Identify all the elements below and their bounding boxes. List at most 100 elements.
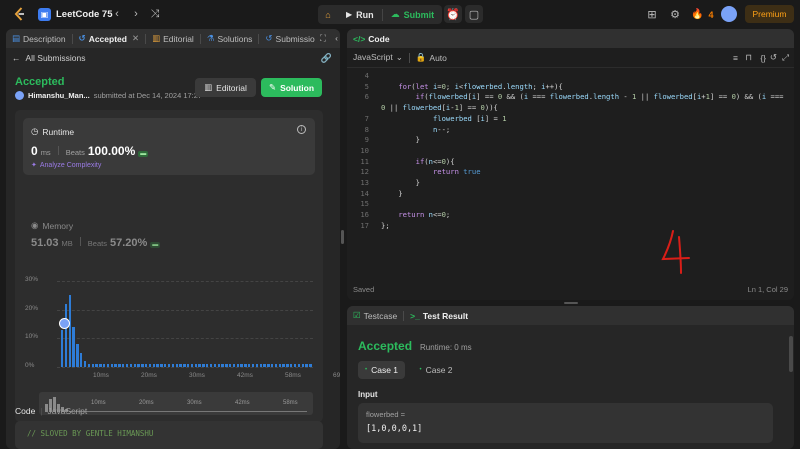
- all-submissions-link[interactable]: ← All Submissions: [12, 53, 86, 63]
- run-button[interactable]: ▶ Run: [338, 5, 382, 24]
- fullscreen-icon[interactable]: ⤢: [782, 52, 789, 63]
- runtime-distribution-chart[interactable]: 30% 20% 10% 0% 10ms 20ms 30ms 42ms 58ms 69ms: [25, 275, 340, 385]
- case-1-tab[interactable]: • Case 1: [358, 361, 405, 379]
- chart-bar[interactable]: [217, 364, 220, 367]
- chart-bar[interactable]: [83, 361, 87, 367]
- tab-accepted[interactable]: ↺ Accepted ✕: [73, 33, 146, 44]
- chart-bar[interactable]: [187, 364, 190, 367]
- chart-bar[interactable]: [267, 364, 270, 367]
- notes-icon[interactable]: ▢: [465, 5, 483, 23]
- chart-bar[interactable]: [133, 364, 136, 367]
- avatar[interactable]: [721, 6, 737, 22]
- auto-complete-toggle[interactable]: 🔒 Auto: [416, 52, 447, 63]
- chart-bar[interactable]: [213, 364, 217, 367]
- code-line[interactable]: 5 for(let i=0; i<flowerbed.length; i++){: [347, 82, 563, 93]
- next-problem-icon[interactable]: ›: [128, 6, 144, 22]
- timer-icon[interactable]: ⏰: [444, 5, 462, 23]
- chart-bar[interactable]: [297, 364, 301, 367]
- chart-bar[interactable]: [114, 364, 117, 367]
- chart-bar[interactable]: [198, 364, 201, 367]
- chart-bar[interactable]: [301, 364, 304, 367]
- chart-bar[interactable]: [236, 364, 239, 367]
- tab-submissions[interactable]: ↺ Submissio: [259, 33, 320, 44]
- chart-bar[interactable]: [64, 303, 68, 367]
- chart-bar[interactable]: [278, 364, 281, 367]
- tab-test-result[interactable]: >_ Test Result: [404, 311, 474, 321]
- chart-bar[interactable]: [72, 326, 75, 367]
- prev-problem-icon[interactable]: ‹: [109, 6, 125, 22]
- username[interactable]: Himanshu_Man...: [28, 91, 90, 100]
- link-icon[interactable]: 🔗: [321, 53, 332, 64]
- chart-bar[interactable]: [99, 364, 102, 367]
- scrollbar[interactable]: [789, 336, 793, 372]
- leetcode-logo-icon[interactable]: [13, 7, 27, 21]
- code-line[interactable]: 4: [347, 71, 381, 82]
- chart-bar[interactable]: [80, 352, 83, 367]
- memory-section[interactable]: ◉ Memory 51.03 MB Beats 57.20% ▬: [31, 220, 161, 249]
- code-line[interactable]: 11 if(n<=0){: [347, 157, 454, 168]
- chart-bar[interactable]: [118, 364, 121, 367]
- braces-icon[interactable]: {}: [760, 53, 766, 63]
- code-line[interactable]: 9 }: [347, 135, 420, 146]
- chart-bar[interactable]: [309, 364, 312, 367]
- tab-description[interactable]: ▤ Description: [6, 33, 72, 44]
- layout-grid-icon[interactable]: ⊞: [644, 6, 660, 22]
- chart-bar[interactable]: [122, 364, 125, 367]
- code-line[interactable]: 0 || flowerbed[i-1] == 0)){: [347, 103, 498, 114]
- your-result-marker-icon[interactable]: [59, 317, 70, 329]
- tab-testcase[interactable]: ☑ Testcase: [347, 310, 403, 321]
- chart-bar[interactable]: [137, 364, 140, 367]
- chart-bar[interactable]: [167, 364, 171, 367]
- tab-solutions[interactable]: ⚗ Solutions: [201, 33, 259, 44]
- chart-bar[interactable]: [164, 364, 167, 367]
- maximize-icon[interactable]: ⛶: [320, 33, 326, 44]
- close-tab-icon[interactable]: ✕: [132, 33, 139, 44]
- chart-bar[interactable]: [160, 364, 163, 367]
- chart-bar[interactable]: [290, 364, 293, 367]
- code-line[interactable]: 15: [347, 199, 381, 210]
- chart-bar[interactable]: [148, 364, 152, 367]
- streak-counter[interactable]: 🔥 4: [691, 6, 713, 23]
- code-line[interactable]: 12 return true: [347, 167, 480, 178]
- code-line[interactable]: 16 return n<=0;: [347, 210, 450, 221]
- bookmark-icon[interactable]: ⊓: [745, 52, 752, 63]
- info-icon[interactable]: i: [297, 125, 306, 134]
- shuffle-icon[interactable]: ⤨: [147, 6, 163, 22]
- code-line[interactable]: 7 flowerbed [i] = 1: [347, 114, 507, 125]
- chart-bar[interactable]: [152, 364, 155, 367]
- code-area[interactable]: 45 for(let i=0; i<flowerbed.length; i++)…: [347, 69, 794, 274]
- runtime-card[interactable]: ◷ Runtime i 0 ms Beats 100.00% ▬ ✦ Analy…: [23, 118, 315, 175]
- chart-bar[interactable]: [87, 363, 91, 367]
- code-line[interactable]: 14 }: [347, 189, 402, 200]
- submit-button[interactable]: ☁ Submit: [383, 5, 443, 24]
- chart-bar[interactable]: [68, 295, 71, 367]
- collapse-icon[interactable]: ‹: [335, 33, 338, 43]
- tab-code[interactable]: </> Code: [347, 34, 396, 44]
- chart-bar[interactable]: [305, 364, 308, 367]
- debug-icon[interactable]: ⌂: [318, 5, 338, 24]
- analyze-complexity-link[interactable]: ✦ Analyze Complexity: [31, 161, 101, 170]
- chart-bar[interactable]: [240, 364, 243, 367]
- solution-button[interactable]: ✎ Solution: [261, 78, 322, 97]
- tab-editorial[interactable]: ▥ Editorial: [146, 33, 200, 44]
- code-line[interactable]: 10: [347, 146, 381, 157]
- chart-bar[interactable]: [251, 364, 255, 367]
- problem-list-button[interactable]: ▣ LeetCode 75: [38, 6, 113, 23]
- chart-bar[interactable]: [271, 364, 274, 367]
- chart-bar[interactable]: [206, 364, 209, 367]
- chart-bar[interactable]: [129, 364, 133, 367]
- settings-gear-icon[interactable]: ⚙: [667, 6, 683, 22]
- chart-bar[interactable]: [263, 364, 266, 367]
- chart-bar[interactable]: [106, 364, 110, 367]
- chart-bar[interactable]: [141, 364, 144, 367]
- chart-bar[interactable]: [91, 364, 94, 367]
- language-select[interactable]: JavaScript ⌄: [353, 52, 403, 63]
- reset-icon[interactable]: ↺: [770, 52, 777, 63]
- horizontal-splitter[interactable]: [564, 302, 578, 304]
- chart-bar[interactable]: [221, 364, 224, 367]
- chart-bar[interactable]: [179, 364, 182, 367]
- chart-bar[interactable]: [259, 364, 262, 367]
- code-line[interactable]: 13 }: [347, 178, 420, 189]
- chart-bar[interactable]: [175, 364, 178, 367]
- code-line[interactable]: 6 if(flowerbed[i] == 0 && (i === flowerb…: [347, 92, 788, 103]
